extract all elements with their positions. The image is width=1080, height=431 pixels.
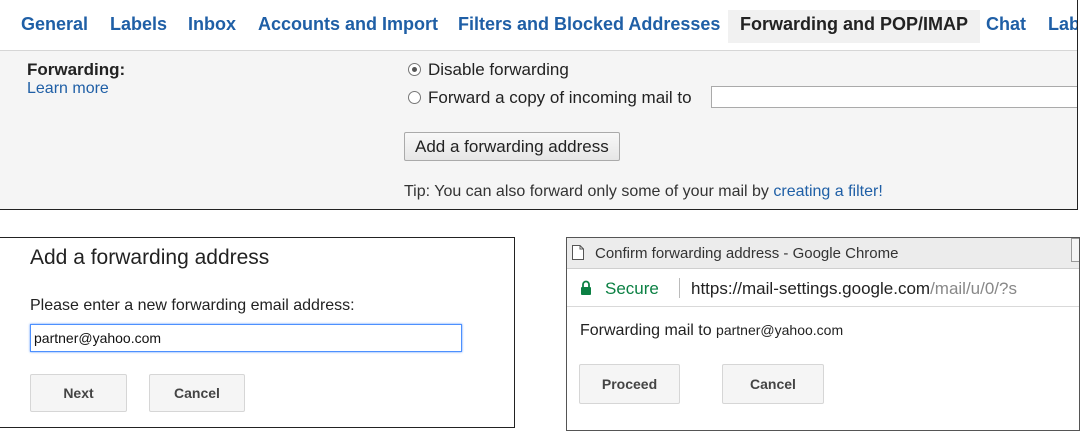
- learn-more-link[interactable]: Learn more: [27, 80, 109, 98]
- next-button[interactable]: Next: [30, 374, 127, 412]
- proceed-button[interactable]: Proceed: [579, 364, 680, 404]
- add-forwarding-address-dialog: Add a forwarding address Please enter a …: [0, 237, 515, 428]
- dialog-title: Add a forwarding address: [30, 246, 270, 269]
- address-bar[interactable]: Secure https://mail-settings.google.com/…: [567, 269, 1079, 307]
- settings-tab-bar: General Labels Inbox Accounts and Import…: [0, 0, 1077, 51]
- tab-filters-and-blocked-addresses[interactable]: Filters and Blocked Addresses: [458, 14, 720, 35]
- forward-copy-radio[interactable]: [408, 91, 421, 104]
- tab-accounts-and-import[interactable]: Accounts and Import: [258, 14, 438, 35]
- disable-forwarding-label: Disable forwarding: [428, 60, 569, 79]
- confirm-message-prefix: Forwarding mail to: [580, 322, 717, 339]
- forwarding-tip: Tip: You can also forward only some of y…: [404, 183, 883, 201]
- cancel-button[interactable]: Cancel: [149, 374, 245, 412]
- secure-label: Secure: [605, 279, 659, 298]
- add-forwarding-address-button[interactable]: Add a forwarding address: [404, 132, 620, 161]
- url-path: /mail/u/0/?s: [930, 279, 1017, 298]
- tab-forwarding-and-pop-imap[interactable]: Forwarding and POP/IMAP: [728, 10, 981, 43]
- disable-forwarding-option[interactable]: Disable forwarding: [408, 60, 569, 80]
- forwarding-settings-panel: General Labels Inbox Accounts and Import…: [0, 0, 1078, 210]
- lock-icon: [581, 280, 591, 295]
- tab-inbox[interactable]: Inbox: [188, 14, 236, 35]
- forward-copy-label: Forward a copy of incoming mail to: [428, 88, 692, 107]
- window-control-button[interactable]: [1071, 238, 1079, 262]
- forwarding-section-label: Forwarding:: [27, 60, 126, 79]
- document-icon: [572, 245, 584, 260]
- confirm-cancel-button[interactable]: Cancel: [722, 364, 824, 404]
- creating-a-filter-link[interactable]: creating a filter!: [773, 183, 882, 200]
- window-title: Confirm forwarding address - Google Chro…: [595, 245, 899, 262]
- tab-chat[interactable]: Chat: [986, 14, 1026, 35]
- disable-forwarding-radio[interactable]: [408, 63, 421, 76]
- dialog-prompt: Please enter a new forwarding email addr…: [30, 297, 355, 314]
- forward-address-select[interactable]: [711, 86, 1077, 108]
- address-divider: [679, 278, 680, 298]
- url-host: https://mail-settings.google.com: [691, 279, 931, 298]
- confirm-forwarding-window: Confirm forwarding address - Google Chro…: [566, 237, 1080, 431]
- confirm-message: Forwarding mail to partner@yahoo.com: [580, 322, 843, 340]
- tab-labels[interactable]: Labels: [110, 14, 167, 35]
- tab-general[interactable]: General: [21, 14, 88, 35]
- confirm-email: partner@yahoo.com: [716, 322, 844, 338]
- window-title-bar[interactable]: Confirm forwarding address - Google Chro…: [567, 238, 1079, 269]
- forward-copy-option[interactable]: Forward a copy of incoming mail to: [408, 88, 692, 108]
- tip-text: Tip: You can also forward only some of y…: [404, 183, 774, 200]
- tab-labs[interactable]: Lab: [1048, 14, 1077, 35]
- forwarding-email-input[interactable]: [30, 324, 462, 352]
- page-url[interactable]: https://mail-settings.google.com/mail/u/…: [691, 279, 1017, 299]
